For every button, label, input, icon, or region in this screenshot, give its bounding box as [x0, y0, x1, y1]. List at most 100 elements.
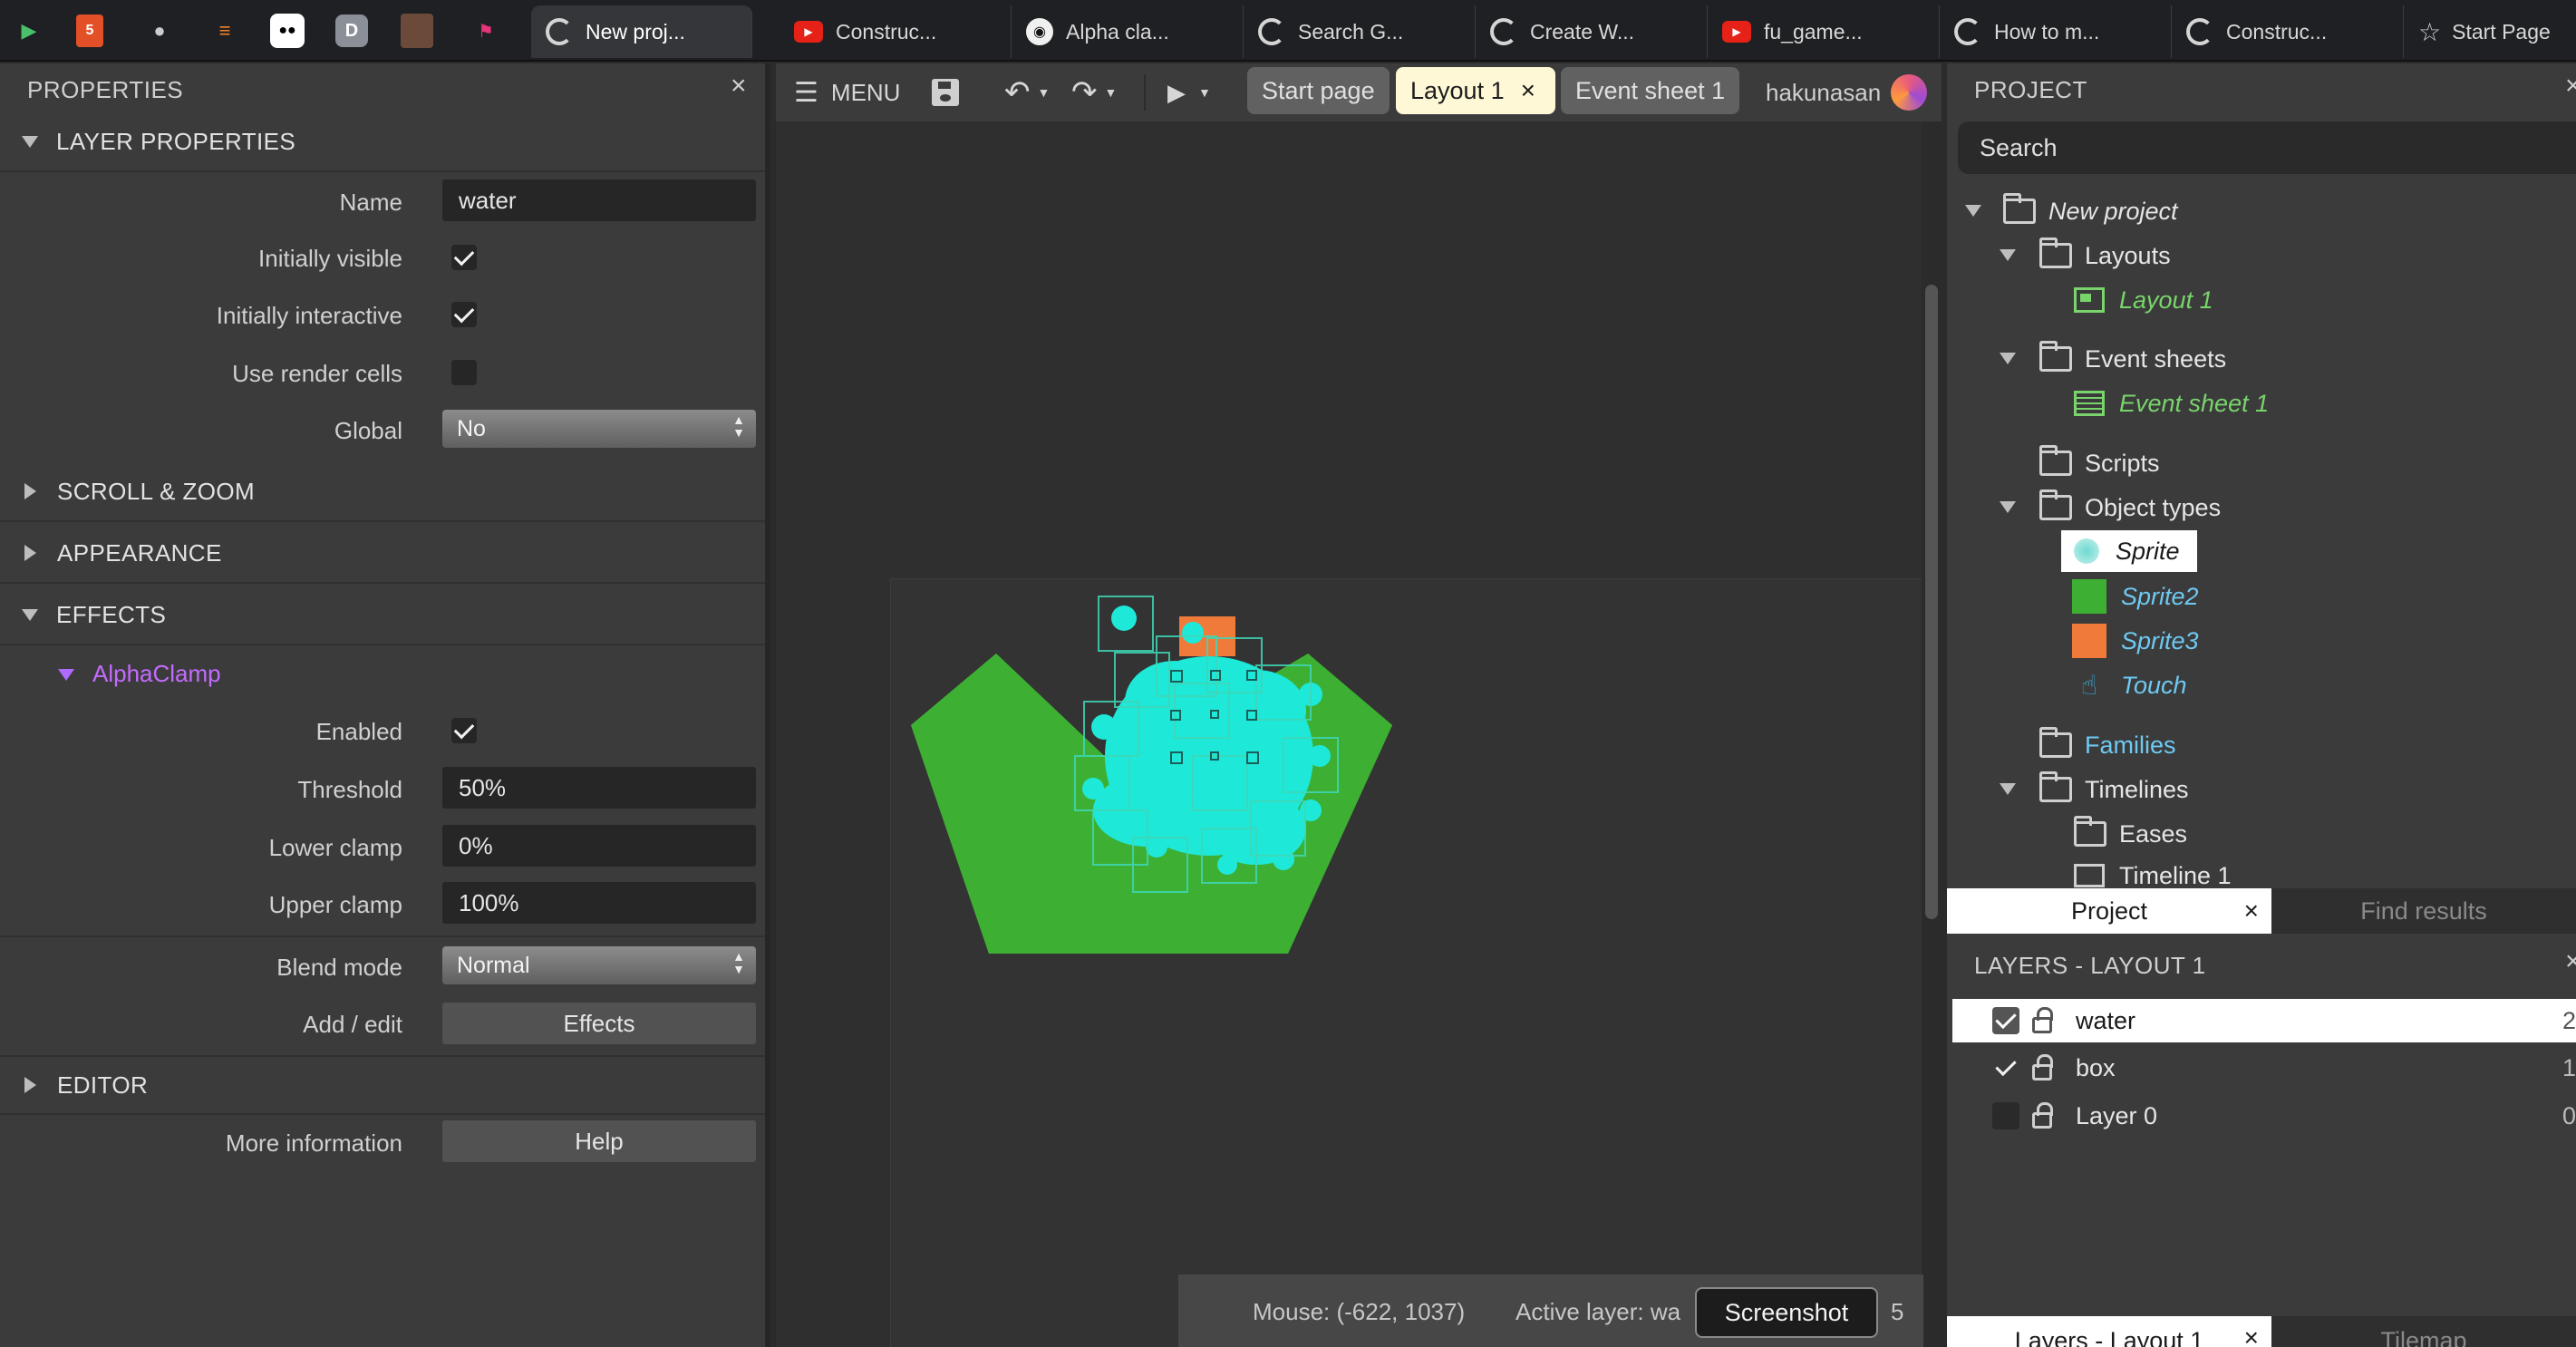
tree-root[interactable]: New project	[2003, 191, 2178, 231]
close-tab-icon[interactable]: ×	[1521, 76, 1535, 105]
undo-button[interactable]: ↶ ▼	[1004, 63, 1050, 121]
tab-start-page-doc[interactable]: Start page	[1247, 67, 1390, 114]
layer-name-field[interactable]: water	[442, 179, 756, 221]
apple-icon[interactable]: ●	[140, 11, 179, 51]
tab-search[interactable]: Search G...	[1244, 5, 1476, 58]
effect-enabled-checkbox[interactable]	[451, 718, 477, 743]
tree-families[interactable]: Families	[2039, 725, 2176, 765]
project-search-input[interactable]: Search	[1958, 121, 2576, 174]
close-tab-icon[interactable]: ×	[2244, 1323, 2259, 1347]
lock-icon[interactable]	[2032, 1102, 2053, 1129]
tree-sprite2[interactable]: Sprite2	[2072, 577, 2199, 616]
close-tab-icon[interactable]: ×	[2244, 896, 2259, 925]
tab-create[interactable]: Create W...	[1476, 5, 1708, 58]
section-editor[interactable]: EDITOR	[0, 1055, 765, 1115]
close-icon[interactable]: ×	[731, 71, 747, 102]
tree-timeline-1[interactable]: Timeline 1	[2074, 856, 2232, 888]
blend-mode-select[interactable]: Normal ▲ ▼	[442, 946, 756, 984]
itch-icon[interactable]: ⚑	[466, 11, 506, 51]
tree-scripts-folder[interactable]: Scripts	[2039, 443, 2160, 483]
vertical-scrollbar[interactable]	[1922, 121, 1942, 1347]
tree-event-sheet-1[interactable]: Event sheet 1	[2074, 383, 2269, 423]
redo-button[interactable]: ↷ ▼	[1071, 63, 1117, 121]
chevron-down-icon[interactable]	[1965, 205, 1981, 217]
threshold-field[interactable]: 50%	[442, 767, 756, 809]
tree-object-types-folder[interactable]: Object types	[2039, 488, 2221, 528]
section-effects[interactable]: EFFECTS	[0, 586, 765, 645]
help-button[interactable]: Help	[442, 1120, 756, 1162]
layer-row-water[interactable]: water 2	[1952, 999, 2576, 1042]
layer-row-layer-0[interactable]: Layer 0 0	[1952, 1094, 2576, 1138]
initially-visible-checkbox[interactable]	[451, 245, 477, 270]
close-icon[interactable]: ×	[2565, 946, 2576, 977]
tab-layers-layout-1[interactable]: Layers - Layout 1 ×	[1947, 1316, 2271, 1347]
tab-start-page[interactable]: ☆ Start Page	[2404, 5, 2576, 58]
select-arrows-icon: ▲ ▼	[732, 412, 745, 440]
play-store-icon[interactable]: ▶	[9, 11, 49, 51]
medium-icon[interactable]: ●●	[270, 14, 305, 48]
effect-alphaclamp[interactable]: AlphaClamp	[92, 660, 221, 688]
layout-scene[interactable]	[776, 121, 1923, 1347]
tree-eases-folder[interactable]: Eases	[2074, 814, 2187, 854]
tree-layout-1[interactable]: Layout 1	[2074, 280, 2213, 320]
layer-visible-checkbox[interactable]	[1992, 1054, 2019, 1081]
layer-visible-checkbox[interactable]	[1992, 1102, 2019, 1129]
stackoverflow-icon[interactable]: ≡	[205, 11, 245, 51]
html5-icon[interactable]: 5	[76, 15, 103, 47]
lock-icon[interactable]	[2032, 1007, 2053, 1033]
avatar[interactable]	[1891, 74, 1927, 111]
tree-touch[interactable]: ☝ Touch	[2072, 665, 2187, 705]
global-select[interactable]: No ▲ ▼	[442, 410, 756, 448]
username[interactable]: hakunasan	[1766, 63, 1881, 121]
tab-project[interactable]: Project ×	[1947, 888, 2271, 934]
tab-event-sheet-1[interactable]: Event sheet 1	[1561, 67, 1740, 114]
enabled-label: Enabled	[315, 718, 402, 745]
section-scroll-zoom[interactable]: SCROLL & ZOOM	[0, 462, 765, 522]
section-layer-properties[interactable]: LAYER PROPERTIES	[0, 112, 765, 172]
d-app-icon[interactable]: D	[335, 15, 368, 47]
chevron-down-icon[interactable]	[2000, 249, 2016, 261]
tree-layouts-folder[interactable]: Layouts	[2039, 236, 2171, 276]
effect-chevron-icon[interactable]	[58, 669, 74, 681]
tab-new-project[interactable]: New proj...	[531, 5, 752, 58]
use-render-cells-checkbox[interactable]	[451, 360, 477, 385]
layer-row-box[interactable]: box 1	[1952, 1046, 2576, 1090]
use-render-cells-label: Use render cells	[232, 360, 402, 387]
tab-layout-1[interactable]: Layout 1 ×	[1396, 67, 1555, 114]
effects-button[interactable]: Effects	[442, 1003, 756, 1044]
add-edit-label: Add / edit	[303, 1011, 402, 1038]
tab-alpha-clamp[interactable]: ◉ Alpha cla...	[1012, 5, 1244, 58]
tab-construct-video[interactable]: ▶ Construc...	[780, 5, 1012, 58]
lower-clamp-field[interactable]: 0%	[442, 825, 756, 867]
scrollbar-thumb[interactable]	[1925, 285, 1938, 919]
tree-sprite3[interactable]: Sprite3	[2072, 621, 2199, 661]
youtube-icon: ▶	[794, 21, 823, 43]
save-button[interactable]	[932, 63, 959, 121]
initially-interactive-checkbox[interactable]	[451, 302, 477, 327]
name-label: Name	[339, 189, 402, 216]
tab-how-to[interactable]: How to m...	[1940, 5, 2172, 58]
layer-visible-checkbox[interactable]	[1992, 1007, 2019, 1034]
chevron-down-icon[interactable]	[2000, 501, 2016, 513]
chevron-down-icon[interactable]	[2000, 353, 2016, 364]
upper-clamp-field[interactable]: 100%	[442, 882, 756, 924]
tab-construct[interactable]: Construc...	[2172, 5, 2404, 58]
properties-panel: PROPERTIES × LAYER PROPERTIES Name water…	[0, 63, 770, 1347]
tree-event-sheets-folder[interactable]: Event sheets	[2039, 339, 2226, 379]
tab-fu-game[interactable]: ▶ fu_game...	[1708, 5, 1940, 58]
chevron-down-icon[interactable]	[2000, 783, 2016, 795]
caret-down-icon: ▼	[1198, 85, 1211, 100]
tab-find-results[interactable]: Find results	[2271, 888, 2576, 934]
initially-interactive-label: Initially interactive	[216, 302, 402, 329]
menu-button[interactable]: ☰ MENU	[794, 63, 900, 121]
portrait-icon[interactable]	[401, 14, 433, 48]
section-appearance[interactable]: APPEARANCE	[0, 524, 765, 584]
lock-icon[interactable]	[2032, 1054, 2053, 1081]
tree-sprite-selected[interactable]: Sprite	[2061, 530, 2197, 572]
close-icon[interactable]: ×	[2565, 71, 2576, 102]
tab-tilemap[interactable]: Tilemap	[2271, 1316, 2576, 1347]
construct-icon	[1258, 18, 1285, 45]
tree-timelines-folder[interactable]: Timelines	[2039, 770, 2189, 809]
preview-button[interactable]: ▶ ▼	[1167, 63, 1211, 121]
layers-title: LAYERS - LAYOUT 1	[1974, 952, 2206, 979]
